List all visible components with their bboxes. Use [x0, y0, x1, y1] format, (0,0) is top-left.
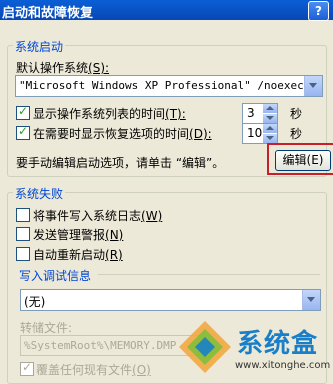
auto-restart-checkbox[interactable] — [16, 247, 30, 261]
watermark-url: www.xitonghe.com — [235, 360, 331, 371]
send-alert-label: 发送管理警报(N) — [33, 228, 124, 242]
show-os-list-label: 显示操作系统列表的时间(T): — [33, 107, 186, 121]
show-recovery-value: 10 — [247, 126, 263, 140]
help-button[interactable]: ? — [308, 1, 329, 21]
highlight-frame: 编辑(E) — [267, 143, 333, 175]
default-os-label: 默认操作系统(S): — [16, 61, 110, 75]
auto-restart-label: 自动重新启动(R) — [33, 248, 123, 262]
spin-up-arrow-icon[interactable] — [263, 104, 277, 113]
show-recovery-spinner[interactable]: 10 — [242, 123, 278, 144]
title-bar: 启动和故障恢复 ? — [0, 0, 333, 21]
spin-down-arrow-icon[interactable] — [263, 114, 277, 123]
default-os-dropdown-button[interactable] — [304, 76, 322, 96]
show-os-list-checkbox[interactable]: ✓ — [16, 104, 30, 120]
startup-group-label: 系统启动 — [13, 38, 66, 55]
dump-file-label: 转储文件: — [20, 321, 73, 335]
default-os-value: "Microsoft Windows XP Professional" /noe… — [19, 79, 322, 92]
overwrite-checkbox[interactable]: ✓ — [20, 360, 34, 376]
debug-info-separator — [98, 274, 320, 275]
spin-down-arrow-icon[interactable] — [263, 134, 277, 143]
show-recovery-label: 在需要时显示恢复选项的时间(D): — [33, 127, 212, 141]
show-os-list-unit: 秒 — [290, 107, 303, 121]
write-event-log-label: 将事件写入系统日志(W) — [33, 209, 163, 223]
show-os-list-spinner[interactable]: 3 — [242, 103, 278, 124]
checkmark-icon: ✓ — [18, 124, 29, 138]
watermark-logo-icon — [179, 321, 231, 373]
window-title: 启动和故障恢复 — [2, 6, 94, 21]
debug-info-dropdown-button[interactable] — [302, 290, 320, 310]
debug-info-value: (无) — [24, 295, 46, 309]
dump-file-value: %SystemRoot%\MEMORY.DMP — [24, 339, 177, 352]
show-recovery-checkbox[interactable]: ✓ — [16, 124, 30, 140]
default-os-select[interactable]: "Microsoft Windows XP Professional" /noe… — [15, 75, 323, 97]
checkmark-icon: ✓ — [18, 104, 29, 118]
show-os-list-value: 3 — [247, 106, 255, 120]
debug-info-label: 写入调试信息 — [19, 269, 92, 283]
send-alert-checkbox[interactable] — [16, 227, 30, 241]
chevron-down-icon — [309, 83, 317, 88]
write-event-log-checkbox[interactable] — [16, 208, 30, 222]
overwrite-label: 覆盖任何现有文件(O) — [36, 363, 151, 377]
watermark: 系统盒 www.xitonghe.com — [175, 313, 333, 383]
spin-up-arrow-icon[interactable] — [263, 124, 277, 133]
debug-info-select[interactable]: (无) — [20, 289, 321, 311]
edit-button[interactable]: 编辑(E) — [275, 150, 331, 171]
checkmark-icon: ✓ — [22, 360, 33, 374]
watermark-text: 系统盒 — [237, 329, 319, 359]
chevron-down-icon — [307, 297, 315, 302]
show-recovery-unit: 秒 — [290, 127, 303, 141]
failure-group-label: 系统失败 — [13, 185, 66, 202]
edit-hint: 要手动编辑启动选项，请单击 “编辑”。 — [16, 156, 225, 170]
